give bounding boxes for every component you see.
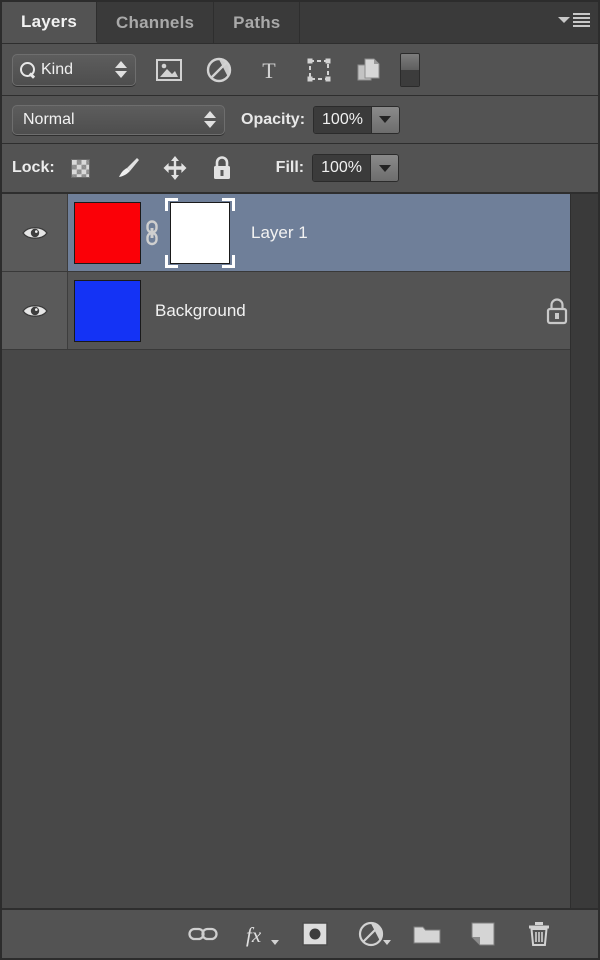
- layer-thumbnails: [68, 197, 237, 268]
- tab-channels[interactable]: Channels: [97, 2, 215, 43]
- pixel-layer-filter-icon[interactable]: [154, 55, 184, 85]
- fill-value[interactable]: 100%: [313, 155, 371, 181]
- layer-visibility-toggle[interactable]: [2, 194, 68, 271]
- layer-thumbnail[interactable]: [74, 279, 141, 342]
- chevron-down-icon: [378, 164, 391, 172]
- opacity-label: Opacity:: [241, 110, 306, 128]
- blend-mode-stepper-icon[interactable]: [204, 111, 216, 128]
- lock-row: Lock: Fill: 100%: [2, 144, 598, 194]
- tab-paths-label: Paths: [233, 12, 281, 32]
- layers-panel: Layers Channels Paths Kind T Normal Opac…: [0, 0, 600, 960]
- lock-transparent-pixels-icon[interactable]: [67, 154, 95, 182]
- layer-list[interactable]: Layer 1 Background: [2, 194, 598, 908]
- svg-text:T: T: [262, 58, 276, 82]
- tab-bar-filler: [300, 2, 598, 43]
- chevron-down-icon: [383, 940, 391, 945]
- shape-layer-filter-icon[interactable]: [304, 55, 334, 85]
- mask-selection-corner-icon: [165, 197, 178, 211]
- mask-link-icon[interactable]: [141, 219, 163, 246]
- link-layers-icon[interactable]: [188, 919, 218, 949]
- adjustment-layer-filter-icon[interactable]: [204, 55, 234, 85]
- layer-thumbnails: [68, 279, 141, 342]
- magnifier-icon: [19, 61, 36, 78]
- layer-visibility-toggle[interactable]: [2, 272, 68, 349]
- fill-dropdown-button[interactable]: [370, 155, 399, 181]
- new-layer-icon[interactable]: [468, 919, 498, 949]
- layer-locked-badge: [544, 296, 570, 326]
- tab-paths[interactable]: Paths: [214, 2, 301, 43]
- lock-image-pixels-icon[interactable]: [114, 154, 142, 182]
- mask-selection-corner-icon: [222, 197, 235, 211]
- blend-mode-select[interactable]: Normal: [12, 104, 225, 135]
- tab-channels-label: Channels: [116, 12, 195, 32]
- up-down-stepper-icon[interactable]: [115, 61, 127, 78]
- new-group-icon[interactable]: [412, 919, 442, 949]
- lock-all-icon[interactable]: [208, 154, 236, 182]
- blend-mode-row: Normal Opacity: 100%: [2, 96, 598, 144]
- table-row[interactable]: Layer 1: [2, 194, 598, 272]
- tab-layers-label: Layers: [21, 11, 78, 31]
- chevron-down-icon: [379, 116, 392, 123]
- lock-buttons: [67, 154, 236, 182]
- layer-name[interactable]: Background: [155, 301, 544, 321]
- layer-thumbnail[interactable]: [74, 201, 141, 264]
- lock-label: Lock:: [12, 159, 55, 176]
- hamburger-lines-icon: [573, 13, 590, 27]
- fill-field[interactable]: 100%: [312, 154, 400, 182]
- blend-mode-value: Normal: [23, 110, 75, 128]
- new-adjustment-layer-icon[interactable]: [356, 919, 391, 949]
- layers-bottom-toolbar: fx: [2, 908, 598, 958]
- filter-type-icons: T: [154, 55, 384, 85]
- add-layer-mask-icon[interactable]: [300, 919, 330, 949]
- layer-name[interactable]: Layer 1: [251, 223, 598, 243]
- chevron-down-icon: [271, 940, 279, 945]
- eye-icon: [21, 302, 48, 320]
- type-layer-filter-icon[interactable]: T: [254, 55, 284, 85]
- lock-position-icon[interactable]: [161, 154, 189, 182]
- smart-object-filter-icon[interactable]: [354, 55, 384, 85]
- tab-layers[interactable]: Layers: [2, 2, 98, 43]
- layer-styles-fx-icon[interactable]: fx: [244, 919, 279, 949]
- filter-kind-label: Kind: [41, 60, 74, 78]
- opacity-value[interactable]: 100%: [314, 106, 371, 133]
- filter-kind-select[interactable]: Kind: [12, 53, 136, 86]
- mask-selection-corner-icon: [222, 254, 235, 268]
- filter-row: Kind T: [2, 44, 598, 96]
- panel-tab-bar: Layers Channels Paths: [2, 2, 598, 44]
- mask-selection-corner-icon: [165, 254, 178, 268]
- layer-mask-thumbnail[interactable]: [163, 197, 237, 268]
- opacity-dropdown-button[interactable]: [370, 106, 399, 133]
- filter-toggle-switch[interactable]: [400, 52, 420, 87]
- table-row[interactable]: Background: [2, 272, 598, 350]
- opacity-field[interactable]: 100%: [313, 105, 400, 134]
- vertical-scrollbar[interactable]: [570, 194, 598, 908]
- panel-menu-icon[interactable]: [558, 13, 590, 27]
- svg-text:fx: fx: [246, 923, 262, 947]
- chevron-down-icon: [558, 17, 570, 23]
- fill-label: Fill:: [275, 159, 305, 176]
- delete-layer-icon[interactable]: [524, 919, 554, 949]
- eye-icon: [21, 224, 48, 242]
